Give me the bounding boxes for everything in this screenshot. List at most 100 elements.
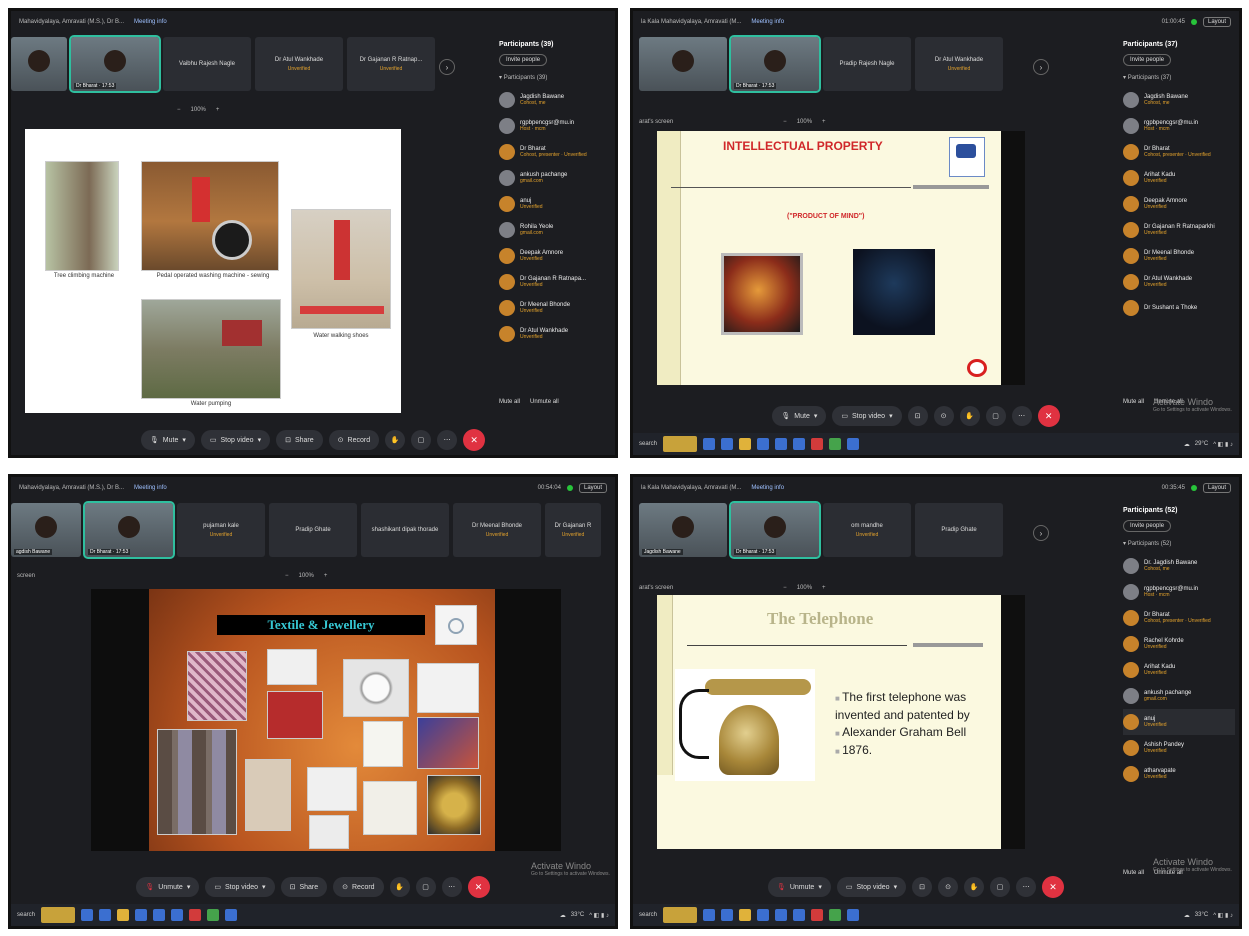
- participant-tile[interactable]: Dr Gajanan R Ratnap... Unverified: [347, 37, 435, 91]
- zoom-out-icon[interactable]: −: [285, 573, 289, 579]
- record-button[interactable]: ⊙: [933, 406, 954, 426]
- mute-all-button[interactable]: Mute all: [499, 399, 520, 405]
- more-button[interactable]: ⋯: [441, 877, 462, 897]
- participant-tile[interactable]: pujaman kale Unverified: [177, 503, 265, 557]
- zoom-out-icon[interactable]: −: [177, 107, 181, 113]
- folder-icon[interactable]: [117, 909, 130, 921]
- more-button[interactable]: ⋯: [1011, 406, 1032, 426]
- participant-row[interactable]: ankush pachange gmail.com: [1123, 683, 1235, 709]
- participant-row[interactable]: Dr Gajanan R Ratnapa... Unverified: [499, 269, 611, 295]
- taskbar-search[interactable]: search: [639, 441, 657, 447]
- participant-row[interactable]: Dr Bharat Cohost, presenter · Unverified: [1123, 139, 1235, 165]
- edge-icon[interactable]: [99, 909, 112, 921]
- participant-tile[interactable]: Dr Atul Wankhade Unverified: [255, 37, 343, 91]
- unmute-button[interactable]: 🎙 Unmute ▾: [136, 877, 200, 897]
- invite-people-button[interactable]: Invite people: [1123, 54, 1172, 66]
- start-icon[interactable]: [81, 909, 94, 921]
- participant-tile[interactable]: Dr Meenal Bhonde Unverified: [453, 503, 541, 557]
- participant-tile[interactable]: Pradip Ghate: [269, 503, 357, 557]
- word-icon[interactable]: [793, 438, 806, 450]
- end-call-button[interactable]: ✕: [1042, 876, 1065, 898]
- share-button[interactable]: ⊡ Share: [280, 877, 328, 897]
- chrome-icon[interactable]: [829, 909, 842, 921]
- share-button[interactable]: ⊡ Share: [276, 430, 323, 450]
- record-button[interactable]: ⊙ Record: [333, 877, 384, 897]
- folder-icon[interactable]: [739, 909, 752, 921]
- participant-row[interactable]: Arihat Kadu Unverified: [1123, 657, 1235, 683]
- participant-row[interactable]: Dr Meenal Bhonde Unverified: [499, 295, 611, 321]
- participant-tile[interactable]: shashikant dipak thorade: [361, 503, 449, 557]
- participant-tile[interactable]: Dr Gajanan R Unverified: [545, 503, 601, 557]
- participant-row[interactable]: Rohila Yeole gmail.com: [499, 217, 611, 243]
- participant-row[interactable]: Dr Bharat Cohost, presenter · Unverified: [499, 139, 611, 165]
- weather-icon[interactable]: ☁: [560, 912, 566, 919]
- video-tile[interactable]: [639, 37, 727, 91]
- participant-row[interactable]: Deepak Amnore Unverified: [499, 243, 611, 269]
- end-call-button[interactable]: ✕: [1037, 405, 1060, 427]
- participant-tile[interactable]: Pradip Ghate: [915, 503, 1003, 557]
- mute-button[interactable]: 🎙 Mute ▾: [772, 406, 827, 426]
- participant-row[interactable]: anuj Unverified: [499, 191, 611, 217]
- video-tile-active[interactable]: Dr Bharat · 17:53: [69, 35, 161, 93]
- participants-subheader[interactable]: ▾ Participants (52): [1123, 540, 1235, 547]
- stop-video-button[interactable]: ▭ Stop video ▾: [832, 406, 902, 426]
- webex-icon[interactable]: [847, 438, 860, 450]
- end-call-button[interactable]: ✕: [467, 876, 490, 898]
- reactions-button[interactable]: ✋: [385, 430, 406, 450]
- stop-video-button[interactable]: ▭ Stop video ▾: [205, 877, 275, 897]
- share-button[interactable]: ⊡: [912, 877, 933, 897]
- chevron-right-icon[interactable]: ›: [1033, 59, 1049, 75]
- participant-row[interactable]: Deepak Amnore Unverified: [1123, 191, 1235, 217]
- participant-row[interactable]: rgpbpencgsr@mu.in Host · mcm: [1123, 113, 1235, 139]
- mute-button[interactable]: 🎙 Mute ▾: [140, 430, 195, 450]
- participants-subheader[interactable]: ▾ Participants (39): [499, 74, 611, 81]
- word-icon[interactable]: [171, 909, 184, 921]
- participant-row[interactable]: Dr Sushant a Thoke: [1123, 295, 1235, 321]
- participant-tile[interactable]: om mandhe Unverified: [823, 503, 911, 557]
- chat-button[interactable]: ▢: [990, 877, 1011, 897]
- participant-row[interactable]: Dr Gajanan R Ratnaparkhi Unverified: [1123, 217, 1235, 243]
- record-button[interactable]: ⊙: [938, 877, 959, 897]
- store-icon[interactable]: [135, 909, 148, 921]
- chrome-icon[interactable]: [207, 909, 220, 921]
- edge-icon[interactable]: [721, 438, 734, 450]
- store-icon[interactable]: [757, 438, 770, 450]
- layout-button[interactable]: Layout: [1202, 17, 1231, 27]
- record-button[interactable]: ⊙ Record: [328, 430, 380, 450]
- zoom-out-icon[interactable]: −: [783, 119, 787, 125]
- invite-people-button[interactable]: Invite people: [499, 54, 548, 66]
- mail-icon[interactable]: [775, 438, 788, 450]
- unmute-all-button[interactable]: Unmute all: [530, 399, 559, 405]
- video-tile[interactable]: Jagdish Bawane: [639, 503, 727, 557]
- participant-row[interactable]: Dr Atul Wankhade Unverified: [499, 321, 611, 347]
- weather-icon[interactable]: ☁: [1184, 912, 1190, 919]
- unmute-button[interactable]: 🎙 Unmute ▾: [767, 877, 831, 897]
- participant-row[interactable]: Dr Meenal Bhonde Unverified: [1123, 243, 1235, 269]
- mail-icon[interactable]: [153, 909, 166, 921]
- zoom-in-icon[interactable]: +: [822, 585, 826, 591]
- reactions-button[interactable]: ✋: [964, 877, 985, 897]
- edge-icon[interactable]: [721, 909, 734, 921]
- taskbar-search[interactable]: search: [639, 912, 657, 918]
- more-button[interactable]: ⋯: [437, 430, 458, 450]
- participant-row[interactable]: Jagdish Bawane Cohost, me: [499, 87, 611, 113]
- video-tile[interactable]: [11, 37, 67, 91]
- participant-row[interactable]: atharvapate Unverified: [1123, 761, 1235, 787]
- participant-tile[interactable]: Pradip Rajesh Nagle: [823, 37, 911, 91]
- participant-row[interactable]: Arihat Kadu Unverified: [1123, 165, 1235, 191]
- reactions-button[interactable]: ✋: [389, 877, 410, 897]
- chat-button[interactable]: ▢: [985, 406, 1006, 426]
- participant-row[interactable]: rgpbpencgsr@mu.in Host · mcm: [499, 113, 611, 139]
- meeting-info-link[interactable]: Meeting info: [751, 19, 784, 25]
- chrome-icon[interactable]: [829, 438, 842, 450]
- start-icon[interactable]: [703, 909, 716, 921]
- participant-tile[interactable]: Vaibhu Rajesh Nagle: [163, 37, 251, 91]
- meeting-info-link[interactable]: Meeting info: [751, 485, 784, 491]
- tray-icons[interactable]: ^ ◧ ▮ ♪: [1213, 912, 1233, 919]
- pdf-icon[interactable]: [811, 438, 824, 450]
- video-tile-active[interactable]: Dr Bharat · 17:53: [83, 501, 175, 559]
- pdf-icon[interactable]: [189, 909, 202, 921]
- zoom-in-icon[interactable]: +: [216, 107, 220, 113]
- end-call-button[interactable]: ✕: [463, 429, 486, 451]
- more-button[interactable]: ⋯: [1016, 877, 1037, 897]
